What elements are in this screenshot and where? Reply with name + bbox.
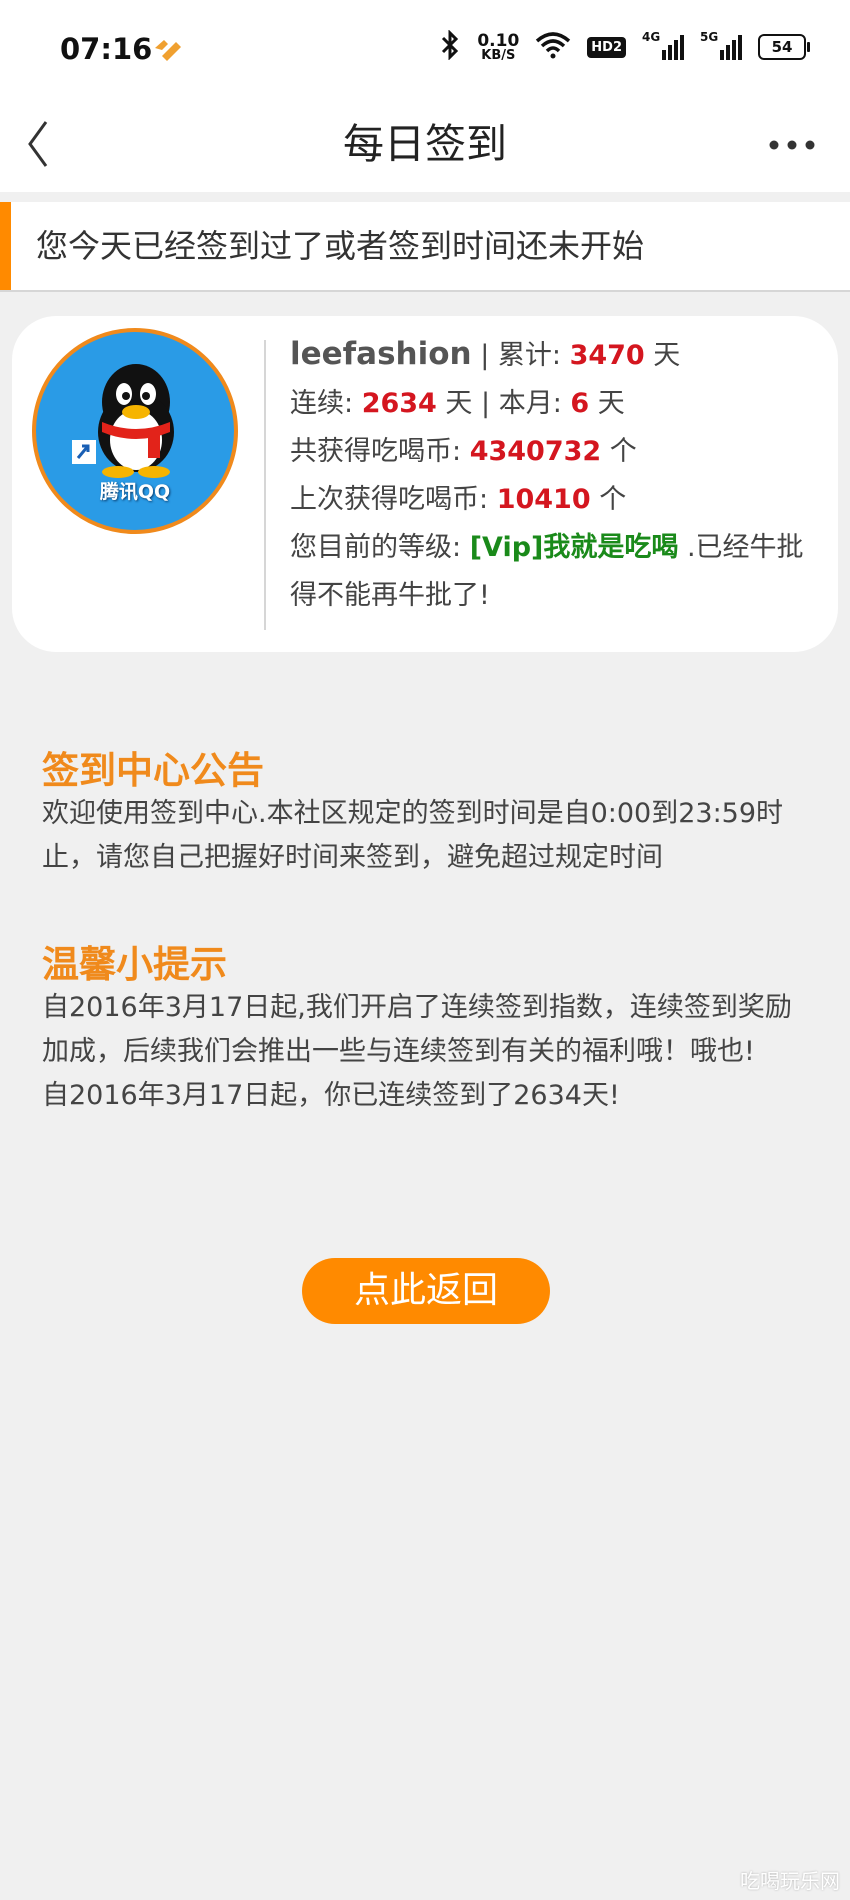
tips-line-1: 自2016年3月17日起,我们开启了连续签到指数，连续签到奖励加成，后续我们会推… xyxy=(42,992,792,1067)
stats-line-coins-total: 共获得吃喝币: 4340732 个 xyxy=(290,428,830,476)
more-dots-icon[interactable] xyxy=(762,120,822,170)
avatar-label: 腾讯QQ xyxy=(99,481,171,503)
level-label: 您目前的等级: xyxy=(290,532,470,563)
status-bar: 07:16 0.10 KB/S HD2 4G 5G 54 xyxy=(0,0,850,96)
signal-5g-label: 5G xyxy=(700,30,719,44)
total-days-unit: 天 xyxy=(644,340,681,371)
month-label: 天 | 本月: xyxy=(436,388,571,419)
nav-header: 每日签到 xyxy=(0,96,850,192)
announcement-title: 签到中心公告 xyxy=(42,749,264,792)
coins-last-label: 上次获得吃喝币: xyxy=(290,484,497,515)
coins-last-unit: 个 xyxy=(590,484,627,515)
notice-text: 您今天已经签到过了或者签到时间还未开始 xyxy=(36,227,645,265)
user-stats: leefashion | 累计: 3470 天 连续: 2634 天 | 本月:… xyxy=(290,330,830,620)
month-days-unit: 天 xyxy=(589,388,625,419)
stats-line-coins-last: 上次获得吃喝币: 10410 个 xyxy=(290,476,830,524)
hd-voice-badge: HD2 xyxy=(587,36,626,58)
username: leefashion xyxy=(290,336,472,372)
total-label: | 累计: xyxy=(471,340,570,371)
card-divider xyxy=(264,340,266,630)
signal-icon: 4G xyxy=(642,30,684,62)
battery-level: 54 xyxy=(771,38,793,56)
status-indicators: 0.10 KB/S HD2 4G 5G 54 xyxy=(439,29,810,64)
coins-total: 4340732 xyxy=(469,436,602,467)
app-notification-icon xyxy=(152,36,184,66)
return-button[interactable]: 点此返回 xyxy=(302,1258,550,1324)
status-time: 07:16 xyxy=(60,32,153,66)
notice-accent-bar xyxy=(0,202,11,290)
tips-title: 温馨小提示 xyxy=(42,943,227,986)
bluetooth-icon xyxy=(439,29,461,64)
signal-4g-label: 4G xyxy=(642,30,661,44)
coins-total-unit: 个 xyxy=(601,436,637,467)
avatar[interactable]: 腾讯QQ xyxy=(32,328,238,534)
watermark: 吃喝玩乐网 xyxy=(740,1869,840,1893)
month-days: 6 xyxy=(570,388,590,419)
net-speed-value: 0.10 xyxy=(477,30,520,51)
streak-days: 2634 xyxy=(361,388,437,419)
stats-line-streak: 连续: 2634 天 | 本月: 6 天 xyxy=(290,380,830,428)
battery-icon: 54 xyxy=(758,34,810,60)
page-title: 每日签到 xyxy=(343,120,507,168)
stats-line-total: leefashion | 累计: 3470 天 xyxy=(290,330,830,380)
checkin-notice: 您今天已经签到过了或者签到时间还未开始 xyxy=(0,202,850,292)
coins-last: 10410 xyxy=(496,484,591,515)
total-days: 3470 xyxy=(569,340,645,371)
net-speed-unit: KB/S xyxy=(481,47,516,63)
signal-5g-icon: 5G xyxy=(700,30,742,62)
streak-label: 连续: xyxy=(290,388,362,419)
stats-line-level: 您目前的等级: [Vip]我就是吃喝 .已经牛批得不能再牛批了! xyxy=(290,524,830,620)
user-card: 腾讯QQ leefashion | 累计: 3470 天 连续: 2634 天 … xyxy=(12,316,838,652)
wifi-icon xyxy=(535,31,571,63)
announcement-body: 欢迎使用签到中心.本社区规定的签到时间是自0:00到23:59时止，请您自己把握… xyxy=(42,798,784,873)
coins-total-label: 共获得吃喝币: xyxy=(290,436,470,467)
tips-line-2: 自2016年3月17日起，你已连续签到了2634天! xyxy=(42,1080,620,1111)
tips-body: 自2016年3月17日起,我们开启了连续签到指数，连续签到奖励加成，后续我们会推… xyxy=(42,986,817,1118)
net-speed: 0.10 KB/S xyxy=(477,30,520,63)
level-name: [Vip]我就是吃喝 xyxy=(469,532,679,563)
